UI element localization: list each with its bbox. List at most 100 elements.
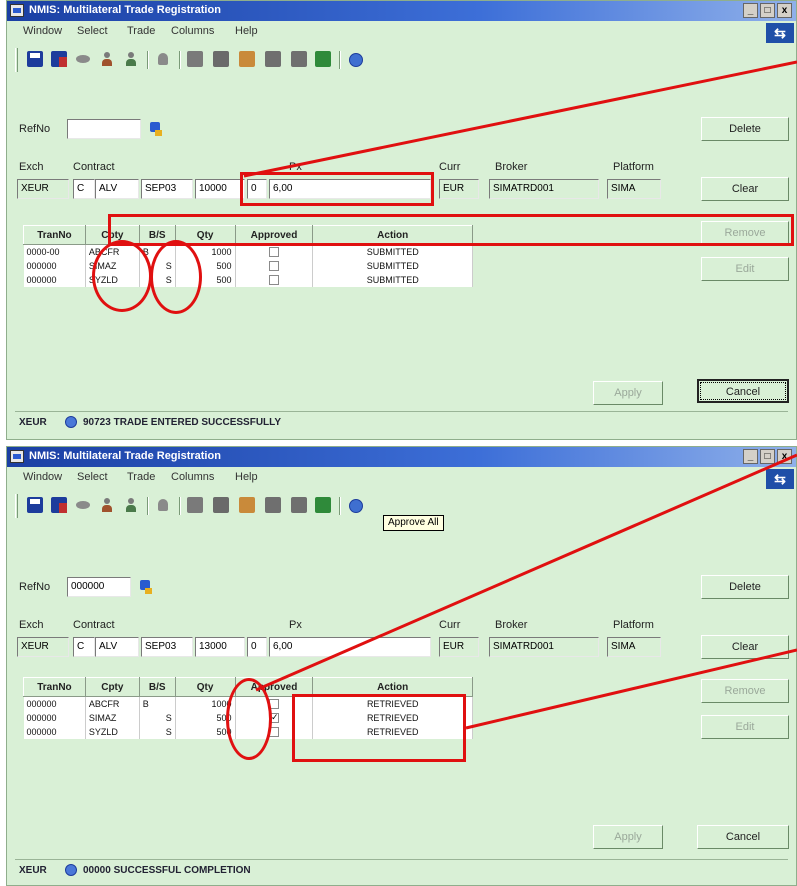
view-icon[interactable] bbox=[75, 51, 91, 67]
user-icon[interactable] bbox=[99, 51, 115, 67]
menu-columns[interactable]: Columns bbox=[171, 471, 214, 483]
menu-columns[interactable]: Columns bbox=[171, 25, 214, 37]
lookup-icon[interactable] bbox=[149, 121, 163, 137]
minimize-button[interactable]: _ bbox=[743, 449, 758, 464]
highlight-cpty-ellipse bbox=[92, 240, 152, 312]
strike-field[interactable]: 10000 bbox=[195, 179, 245, 199]
info-icon bbox=[65, 864, 77, 876]
clear-button[interactable]: Clear bbox=[701, 177, 789, 201]
product-field[interactable]: ALV bbox=[95, 637, 139, 657]
grid-icon[interactable] bbox=[187, 51, 203, 67]
user-group-icon[interactable] bbox=[123, 51, 139, 67]
table-icon[interactable] bbox=[265, 51, 281, 67]
columns-icon[interactable] bbox=[213, 51, 229, 67]
table-icon[interactable] bbox=[265, 497, 281, 513]
version-field[interactable]: 0 bbox=[247, 637, 267, 657]
user-icon[interactable] bbox=[99, 497, 115, 513]
list-icon[interactable] bbox=[291, 497, 307, 513]
list-icon[interactable] bbox=[291, 51, 307, 67]
apply-button[interactable]: Apply bbox=[593, 381, 663, 405]
title-bar[interactable]: NMIS: Multilateral Trade Registration _ … bbox=[7, 1, 796, 21]
toolbar-grip[interactable] bbox=[15, 48, 18, 72]
approve-all-icon[interactable] bbox=[315, 51, 331, 67]
menu-trade[interactable]: Trade bbox=[127, 471, 155, 483]
apply-button[interactable]: Apply bbox=[593, 825, 663, 849]
broker-field: SIMATRD001 bbox=[489, 179, 599, 199]
edit-button[interactable]: Edit bbox=[701, 715, 789, 739]
trophy-icon[interactable] bbox=[155, 497, 171, 513]
trophy-icon[interactable] bbox=[155, 51, 171, 67]
column-header-qty[interactable]: Qty bbox=[174, 677, 236, 697]
table-row[interactable]: 0000-00 ABCFR B 1000 SUBMITTED bbox=[23, 244, 473, 259]
approve-all-icon[interactable] bbox=[315, 497, 331, 513]
chart-icon[interactable] bbox=[239, 51, 255, 67]
menu-help[interactable]: Help bbox=[235, 471, 258, 483]
save-as-icon[interactable] bbox=[51, 497, 67, 513]
globe-icon[interactable] bbox=[347, 51, 363, 67]
menu-select[interactable]: Select bbox=[77, 471, 108, 483]
month-field[interactable]: SEP03 bbox=[141, 179, 193, 199]
save-as-icon[interactable] bbox=[51, 51, 67, 67]
table-row[interactable]: 000000 SYZLD S 500 SUBMITTED bbox=[23, 272, 473, 287]
menu-window[interactable]: Window bbox=[23, 25, 62, 37]
remove-button[interactable]: Remove bbox=[701, 679, 789, 703]
column-header-cpty[interactable]: Cpty bbox=[84, 677, 140, 697]
table-row[interactable]: 000000 SIMAZ S 500 SUBMITTED bbox=[23, 258, 473, 273]
lookup-icon[interactable] bbox=[139, 579, 153, 595]
close-button[interactable]: x bbox=[777, 3, 792, 18]
maximize-button[interactable]: □ bbox=[760, 449, 775, 464]
menu-help[interactable]: Help bbox=[235, 25, 258, 37]
delete-button[interactable]: Delete bbox=[701, 117, 789, 141]
tranno-cell: 000000 bbox=[23, 710, 86, 725]
column-header-tranno[interactable]: TranNo bbox=[23, 677, 86, 697]
delete-button[interactable]: Delete bbox=[701, 575, 789, 599]
menu-bar: Window Select Trade Columns Help ⇆ bbox=[7, 467, 796, 489]
tranno-cell: 000000 bbox=[23, 272, 86, 287]
contract-type-field[interactable]: C bbox=[73, 179, 95, 199]
cancel-button[interactable]: Cancel bbox=[697, 825, 789, 849]
curr-label: Curr bbox=[439, 619, 461, 631]
column-header-tranno[interactable]: TranNo bbox=[23, 225, 86, 245]
close-button[interactable]: x bbox=[777, 449, 792, 464]
platform-field: SIMA bbox=[607, 637, 661, 657]
cancel-button[interactable]: Cancel bbox=[697, 379, 789, 403]
month-field[interactable]: SEP03 bbox=[141, 637, 193, 657]
toolbar-separator bbox=[339, 497, 341, 515]
approved-checkbox[interactable] bbox=[268, 260, 279, 271]
view-icon[interactable] bbox=[75, 497, 91, 513]
chart-icon[interactable] bbox=[239, 497, 255, 513]
toolbar-grip[interactable] bbox=[15, 494, 18, 518]
bs-cell: S bbox=[139, 710, 176, 725]
app-icon bbox=[10, 450, 24, 463]
strike-field[interactable]: 13000 bbox=[195, 637, 245, 657]
menu-select[interactable]: Select bbox=[77, 25, 108, 37]
title-bar[interactable]: NMIS: Multilateral Trade Registration _ … bbox=[7, 447, 796, 467]
refno-input[interactable] bbox=[67, 119, 141, 139]
column-header-bs[interactable]: B/S bbox=[138, 677, 176, 697]
refno-input[interactable]: 000000 bbox=[67, 577, 131, 597]
maximize-button[interactable]: □ bbox=[760, 3, 775, 18]
edit-button[interactable]: Edit bbox=[701, 257, 789, 281]
clear-button[interactable]: Clear bbox=[701, 635, 789, 659]
price-input[interactable]: 6,00 bbox=[269, 637, 431, 657]
columns-icon[interactable] bbox=[213, 497, 229, 513]
menu-window[interactable]: Window bbox=[23, 471, 62, 483]
globe-icon[interactable] bbox=[347, 497, 363, 513]
product-field[interactable]: ALV bbox=[95, 179, 139, 199]
approved-checkbox[interactable] bbox=[268, 274, 279, 285]
status-exchange: XEUR bbox=[19, 417, 47, 428]
curr-label: Curr bbox=[439, 161, 461, 173]
grid-icon[interactable] bbox=[187, 497, 203, 513]
approved-checkbox[interactable] bbox=[268, 247, 279, 258]
approve-all-tooltip: Approve All bbox=[383, 515, 444, 531]
menu-trade[interactable]: Trade bbox=[127, 25, 155, 37]
exch-field: XEUR bbox=[17, 637, 69, 657]
user-group-icon[interactable] bbox=[123, 497, 139, 513]
save-icon[interactable] bbox=[27, 51, 43, 67]
minimize-button[interactable]: _ bbox=[743, 3, 758, 18]
window-title: NMIS: Multilateral Trade Registration bbox=[29, 450, 221, 462]
save-icon[interactable] bbox=[27, 497, 43, 513]
highlight-contract-box bbox=[240, 172, 434, 206]
contract-type-field[interactable]: C bbox=[73, 637, 95, 657]
status-bar: XEUR 00000 SUCCESSFUL COMPLETION bbox=[15, 859, 788, 881]
